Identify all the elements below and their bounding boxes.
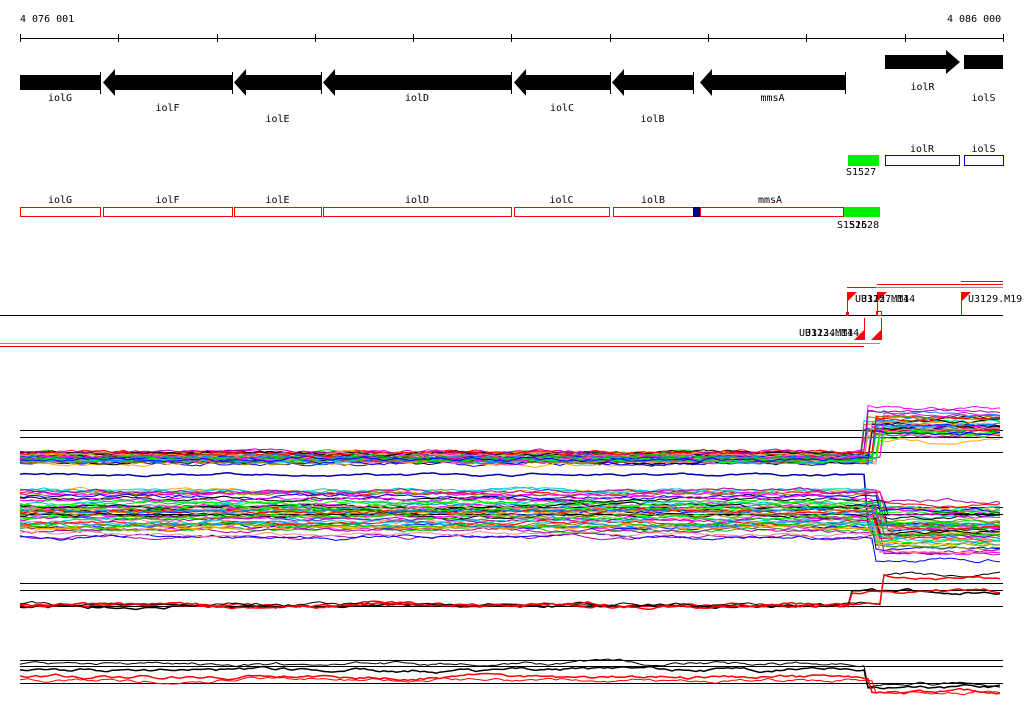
feature-box	[964, 155, 1004, 166]
tss-label: U3127.M14	[861, 294, 915, 305]
signal-line	[19, 530, 1000, 555]
tss-label: U3124.M14	[805, 328, 859, 339]
gene-label: iolG	[48, 93, 72, 104]
feature-label: iolD	[405, 195, 429, 206]
feature-box	[885, 155, 960, 166]
genome-browser-view: 4 076 001 4 086 000 iolG iolF iolE iolD iolC…	[0, 14, 1022, 696]
gene-label: iolS	[971, 93, 995, 104]
feature-label: mmsA	[758, 195, 782, 206]
segment-block	[848, 155, 879, 166]
gene-label: iolD	[405, 93, 429, 104]
segment-label: S1528	[849, 220, 879, 231]
gene-label: iolF	[155, 103, 179, 114]
feature-label: iolE	[265, 195, 289, 206]
signal-tracks	[19, 404, 1003, 696]
gene-label: mmsA	[760, 93, 784, 104]
feature-box	[103, 207, 233, 217]
signal-line	[19, 420, 1001, 457]
feature-box	[323, 207, 512, 217]
gene-arrow-iolE	[234, 69, 321, 96]
feature-label: iolC	[549, 195, 573, 206]
gene-arrow-iolF	[103, 69, 232, 96]
feature-box	[613, 207, 694, 217]
feature-box	[514, 207, 610, 217]
signal-line	[20, 532, 1001, 564]
axis-end-label: 4 086 000	[947, 14, 1001, 25]
feature-label: iolF	[155, 195, 179, 206]
feature-label: iolR	[910, 144, 935, 155]
signal-line	[19, 408, 1001, 456]
gene-label: iolC	[550, 103, 574, 114]
reverse-feature-track: iolG iolF iolE iolD iolC iolB mmsAS1526S1528	[20, 195, 880, 231]
tss-marker	[846, 312, 849, 316]
gene-arrow-iolB	[612, 69, 693, 96]
gene-track: iolG iolF iolE iolD iolC iolB mmsA iolR iolS	[20, 50, 1003, 125]
feature-box	[700, 207, 844, 217]
tss-track: U3125.M14U3127.M14 U3129.M19U3123.M14U312…	[0, 281, 1022, 347]
gene-arrow-mmsA	[700, 69, 845, 96]
gene-arrow-iolD	[323, 69, 511, 96]
gene-label: iolR	[910, 82, 935, 93]
feature-label: iolG	[48, 195, 72, 206]
signal-line	[19, 658, 1001, 688]
feature-box	[234, 207, 322, 217]
gene-arrow-iolG	[20, 75, 100, 90]
feature-label: iolB	[641, 195, 665, 206]
axis-start-label: 4 076 001	[20, 14, 74, 25]
forward-feature-track: S1527 iolR iolS	[846, 144, 1004, 178]
gene-arrow-iolR	[885, 50, 960, 74]
signal-line	[19, 571, 1001, 608]
gene-label: iolB	[640, 114, 664, 125]
feature-box	[20, 207, 101, 217]
signal-line	[19, 527, 1001, 555]
gene-arrow-iolS	[964, 55, 1003, 69]
tss-flag-icon	[871, 330, 881, 340]
coordinate-axis: 4 076 001 4 086 000	[20, 14, 1004, 42]
segment-block	[844, 207, 880, 217]
feature-label: iolS	[971, 144, 995, 155]
signal-line	[19, 676, 1001, 696]
marker-block	[693, 207, 700, 217]
segment-label: S1527	[846, 167, 876, 178]
gene-arrow-iolC	[514, 69, 610, 96]
tss-label: U3129.M19	[968, 294, 1022, 305]
gene-label: iolE	[265, 114, 289, 125]
